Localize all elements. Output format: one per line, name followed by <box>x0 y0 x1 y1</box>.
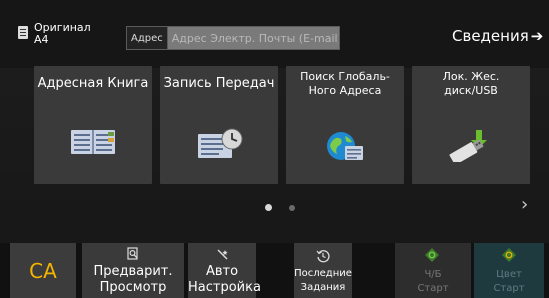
globe-icon <box>325 128 365 168</box>
tile-send-log-label: Запись Передач <box>163 76 275 91</box>
tile-global-address-search[interactable]: Поиск Глобаль- Ного Адреса <box>286 66 404 184</box>
clear-all-label: CA <box>29 259 57 283</box>
tile-local-drive-line2: диск/USB <box>444 84 498 97</box>
recent-jobs-button[interactable]: Последние Задания <box>294 243 352 298</box>
tile-global-search-label: Поиск Глобаль- Ного Адреса <box>286 70 404 98</box>
recent-jobs-label-line2: Задания <box>300 282 346 293</box>
magic-wand-icon <box>217 249 228 260</box>
top-bar: Оригинал А4 Адрес Сведения ➔ <box>0 0 549 68</box>
address-field: Адрес <box>126 26 340 50</box>
tile-global-search-line1: Поиск Глобаль- <box>300 70 390 83</box>
color-start-button[interactable]: Цвет Старт <box>474 243 544 298</box>
info-button[interactable]: Сведения ➔ <box>452 22 544 50</box>
tile-local-drive-usb[interactable]: Лок. Жес. диск/USB <box>412 66 530 184</box>
color-start-diamond-icon <box>502 248 516 262</box>
bw-start-label-line2: Старт <box>417 283 449 294</box>
tile-address-book[interactable]: Адресная Книга <box>34 66 152 184</box>
address-label[interactable]: Адрес <box>127 27 168 49</box>
next-page-arrow-icon[interactable]: › <box>521 194 528 215</box>
auto-setup-label-line2: Настройка <box>188 280 261 295</box>
original-size-value: А4 <box>34 33 49 46</box>
color-start-label-line2: Старт <box>493 283 525 294</box>
preview-button[interactable]: Предварит. Просмотр <box>82 243 184 298</box>
page-indicator-inactive[interactable] <box>289 205 295 211</box>
original-size-button[interactable]: Оригинал А4 <box>16 22 116 54</box>
bw-start-diamond-icon <box>425 248 439 262</box>
log-clock-icon <box>194 128 244 164</box>
preview-label-line2: Просмотр <box>99 280 167 295</box>
usb-download-icon <box>448 128 494 166</box>
page-indicator-active <box>265 204 272 211</box>
preview-label-line1: Предварит. <box>93 264 173 279</box>
bottom-bar: CA Предварит. Просмотр Авто Настройка По… <box>0 243 549 298</box>
info-button-label: Сведения <box>452 27 529 45</box>
preview-icon <box>127 247 138 260</box>
tile-local-drive-line1: Лок. Жес. <box>442 70 500 83</box>
auto-setup-label-line1: Авто <box>205 264 239 279</box>
tile-global-search-line2: Ного Адреса <box>308 84 382 97</box>
bw-start-button[interactable]: Ч/Б Старт <box>395 243 471 298</box>
tile-local-drive-label: Лок. Жес. диск/USB <box>412 70 530 98</box>
recent-jobs-label-line1: Последние <box>294 268 352 279</box>
auto-setup-button[interactable]: Авто Настройка <box>188 243 261 298</box>
tile-address-book-label: Адресная Книга <box>37 76 149 91</box>
address-book-icon <box>70 128 116 160</box>
history-clock-icon <box>316 250 330 263</box>
original-size-text: Оригинал А4 <box>34 22 91 46</box>
clear-all-button[interactable]: CA <box>10 243 76 298</box>
document-icon <box>16 26 28 41</box>
email-address-input[interactable] <box>167 27 339 49</box>
arrow-right-icon: ➔ <box>530 27 544 45</box>
screen: Оригинал А4 Адрес Сведения ➔ Адресная Кн… <box>0 0 549 298</box>
tile-send-log[interactable]: Запись Передач <box>160 66 278 184</box>
